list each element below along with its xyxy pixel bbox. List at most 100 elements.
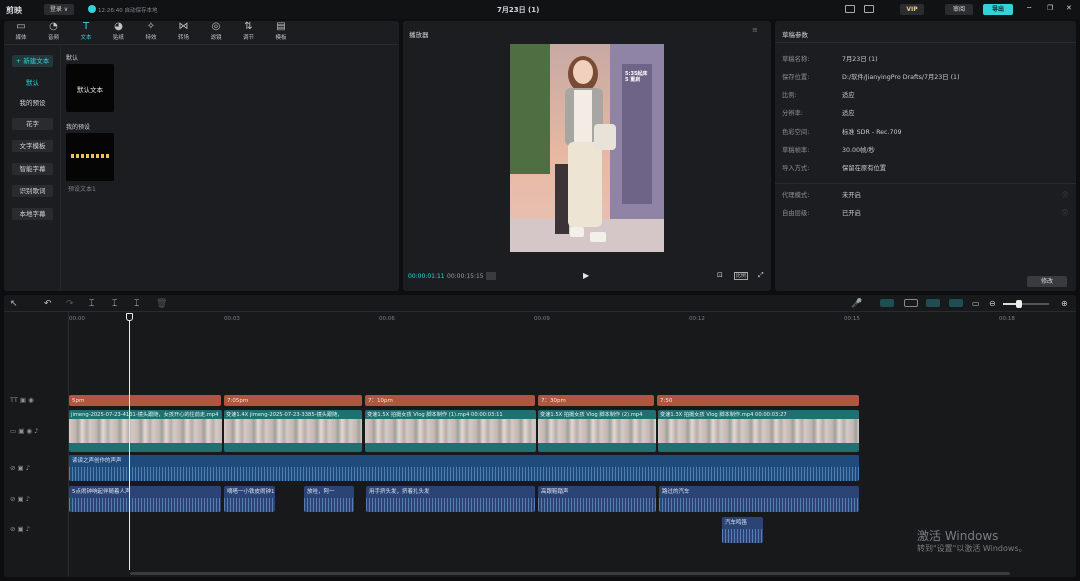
sidebar-item-text-template[interactable]: 文字模板: [12, 140, 53, 152]
audio2-track-controls[interactable]: ⊘ ▣ ♪: [10, 525, 30, 533]
text-clip[interactable]: 7:50: [657, 395, 859, 406]
vip-badge[interactable]: VIP: [900, 4, 924, 15]
tab-adjust[interactable]: ⇅ 调节: [233, 21, 265, 43]
audio-clip[interactable]: 嘀嗒一小铁皮闹钟1: [224, 486, 275, 512]
text-clip[interactable]: 5pm: [69, 395, 221, 406]
zoom-fit-icon[interactable]: ⊕: [1061, 299, 1068, 308]
tab-effects[interactable]: ✧ 特效: [135, 21, 167, 43]
audio-clip[interactable]: 放哇，阿一: [304, 486, 354, 512]
zoom-slider-handle[interactable]: [1016, 300, 1022, 308]
proxy-help-icon[interactable]: ⓘ: [1062, 190, 1068, 199]
user-menu[interactable]: 登录 ∨: [44, 4, 74, 15]
text-clip[interactable]: 7：30pm: [538, 395, 654, 406]
new-text-button[interactable]: + 新建文本: [12, 55, 53, 67]
audio-clip[interactable]: 路过的汽车: [659, 486, 859, 512]
select-tool-icon[interactable]: ↖: [10, 299, 18, 309]
ruler-tick-label: 00:00: [69, 316, 85, 322]
template-icon: ▤: [276, 21, 286, 32]
timecode-toggle-icon[interactable]: [486, 272, 496, 280]
playhead-handle[interactable]: [126, 313, 133, 321]
keyboard-icon[interactable]: [845, 5, 855, 13]
ruler-tick-label: 00:18: [999, 316, 1015, 322]
text-clip[interactable]: 7：10pm: [365, 395, 535, 406]
zoom-out-icon[interactable]: ⊖: [989, 299, 996, 308]
video-thumbnails: [365, 419, 536, 443]
video-clip[interactable]: 变速1.4X jimeng-2025-07-23-3385-镜头跟随，: [224, 410, 362, 452]
tab-filter[interactable]: ◎ 滤镜: [200, 21, 232, 43]
redo-icon[interactable]: ↷: [66, 299, 74, 309]
video-clip[interactable]: 变速1.5X 拍摄女孩 Vlog 脚本制作 (2).mp4: [538, 410, 656, 452]
tab-text[interactable]: T 文本: [70, 21, 102, 43]
video-clip-label: 变速1.5X 拍摄女孩 Vlog 脚本制作 (2).mp4: [540, 412, 643, 418]
timeline-scrollbar[interactable]: [130, 572, 1010, 575]
tab-transition[interactable]: ⋈ 转场: [168, 21, 200, 43]
tab-audio[interactable]: ◔ 音频: [38, 21, 70, 43]
play-button[interactable]: ▶: [583, 271, 589, 280]
ruler-tick-label: 00:06: [379, 316, 395, 322]
audio-clip[interactable]: 用手挤头发，挤着扎头发: [366, 486, 535, 512]
preset-text-card[interactable]: [66, 133, 114, 181]
audio-clip[interactable]: 高跟鞋踏声: [538, 486, 656, 512]
trim-left-icon[interactable]: ⌶: [112, 299, 117, 309]
sidebar-item-default[interactable]: 默认: [12, 77, 53, 89]
preview-axis-icon[interactable]: [926, 299, 940, 307]
undo-icon[interactable]: ↶: [44, 299, 52, 309]
layout-icon[interactable]: [864, 5, 874, 13]
waveform: [366, 498, 535, 512]
video-track-controls[interactable]: ▭ ▣ ◉ ♪: [10, 427, 38, 435]
fit-screen-icon[interactable]: ⊡: [717, 271, 723, 279]
ruler-tick-label: 00:03: [224, 316, 240, 322]
sidebar-item-auto-captions[interactable]: 智能字幕: [12, 163, 53, 175]
player-menu-icon[interactable]: ≡: [752, 26, 758, 34]
player-current-time: 00:00:01:11: [408, 273, 445, 280]
sidebar-item-lyrics[interactable]: 识别歌词: [12, 185, 53, 197]
ratio-button[interactable]: 比例: [734, 272, 748, 280]
voice-track-controls[interactable]: ⊘ ▣ ♪: [10, 464, 30, 472]
audio-clip-horn[interactable]: 汽车鸣笛: [722, 517, 763, 543]
audio-icon: ◔: [49, 21, 58, 32]
fullscreen-icon[interactable]: ⤢: [758, 271, 764, 280]
comment-icon[interactable]: ▭: [972, 299, 980, 308]
playhead[interactable]: [129, 318, 130, 570]
close-icon[interactable]: ✕: [1066, 4, 1072, 12]
zoom-slider[interactable]: [1003, 300, 1049, 308]
sidebar-item-fancy-text[interactable]: 花字: [12, 118, 53, 130]
link-icon[interactable]: [904, 299, 918, 307]
tab-sticker[interactable]: ◕ 贴纸: [103, 21, 135, 43]
audio-clip-label: 放哇，阿一: [307, 489, 335, 495]
text-clip[interactable]: 7:05pm: [224, 395, 362, 406]
split-icon[interactable]: ⌶: [89, 299, 94, 309]
default-text-card-label: 默认文本: [77, 86, 103, 94]
activation-watermark-title: 激活 Windows: [917, 529, 999, 543]
audio-clip-label: 路过的汽车: [662, 489, 690, 495]
export-button[interactable]: 导出: [983, 4, 1013, 15]
default-text-card[interactable]: 默认文本: [66, 64, 114, 112]
video-clip[interactable]: jimeng-2025-07-23-4131-镜头跟随，女孩开心的往前走.mp4: [69, 410, 222, 452]
magnet-icon[interactable]: [880, 299, 894, 307]
modify-button[interactable]: 修改: [1027, 276, 1067, 287]
draft-prop-value: 7月23日 (1): [842, 56, 878, 63]
trim-right-icon[interactable]: ⌶: [134, 299, 139, 309]
video-clip[interactable]: 变速1.5X 拍摄女孩 Vlog 脚本制作 (1).mp4 00:00:03:1…: [365, 410, 536, 452]
audio-clip[interactable]: 5点闹钟响起伴随着人声: [69, 486, 221, 512]
text-track-controls[interactable]: TT ▣ ◉: [10, 396, 34, 404]
cloud-icon: [88, 5, 96, 13]
tab-media[interactable]: ▭ 媒体: [5, 21, 37, 43]
audio-track-controls[interactable]: ⊘ ▣ ♪: [10, 495, 30, 503]
minimize-icon[interactable]: ─: [1027, 4, 1031, 12]
sidebar-item-my-presets[interactable]: 我的预设: [12, 97, 53, 109]
draft-prop-value: 标准 SDR - Rec.709: [842, 129, 902, 136]
review-button[interactable]: 审阅: [945, 4, 973, 15]
delete-icon[interactable]: 🗑: [156, 299, 167, 309]
mic-icon[interactable]: 🎤: [851, 299, 862, 309]
video-preview[interactable]: 5:35起床 5 重启: [510, 44, 664, 252]
video-overlay-caption: 5:35起床 5 重启: [625, 71, 648, 83]
layer-help-icon[interactable]: ⓘ: [1062, 208, 1068, 217]
video-clip[interactable]: 变速1.3X 拍摄女孩 Vlog 脚本制作.mp4 00:00:03:27: [658, 410, 859, 452]
voiceover-clip[interactable]: 读读之声创作的声声: [69, 455, 859, 481]
sidebar-item-local-captions[interactable]: 本地字幕: [12, 208, 53, 220]
tab-template[interactable]: ▤ 模板: [265, 21, 297, 43]
tab-label: 媒体: [15, 35, 27, 41]
snap-icon[interactable]: [949, 299, 963, 307]
maximize-icon[interactable]: ❐: [1047, 4, 1053, 12]
